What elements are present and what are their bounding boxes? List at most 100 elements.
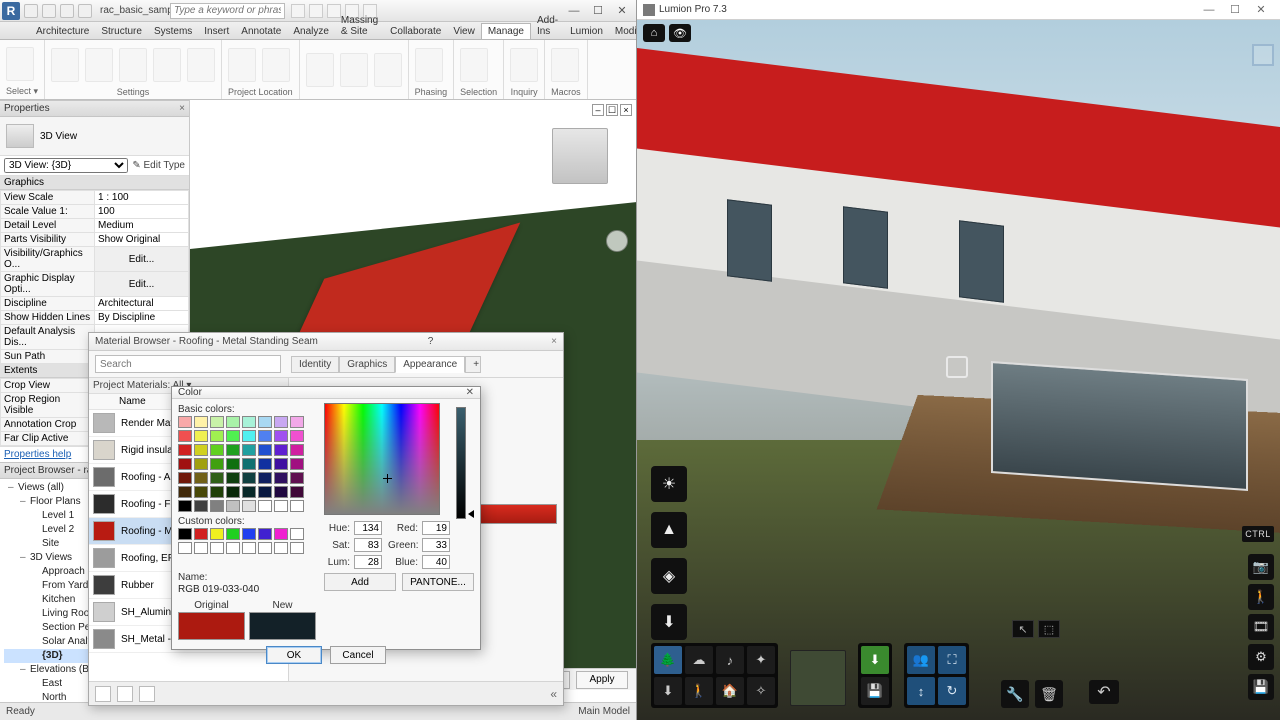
basic-color-swatch[interactable] [258,458,272,470]
ribbon-button[interactable] [510,48,538,82]
basic-color-swatch[interactable] [290,416,304,428]
material-tab-identity[interactable]: Identity [291,356,339,373]
ribbon-tab-manage[interactable]: Manage [481,23,531,39]
basic-color-swatch[interactable] [210,472,224,484]
minimize-button[interactable]: — [562,2,586,20]
lumion-minimize-button[interactable]: — [1196,1,1222,19]
search-box[interactable] [170,3,285,19]
color-crosshair-icon[interactable] [383,474,392,483]
basic-color-swatch[interactable] [242,416,256,428]
basic-color-swatch[interactable] [290,500,304,512]
object-category-icon[interactable]: ♪ [716,646,744,674]
ribbon-tab-architecture[interactable]: Architecture [30,24,95,39]
object-category-icon[interactable]: ⬇ [654,677,682,705]
material-search-input[interactable] [95,355,281,373]
basic-color-swatch[interactable] [210,416,224,428]
qat-redo-icon[interactable] [78,4,92,18]
ribbon-button[interactable] [153,48,181,82]
basic-color-swatch[interactable] [226,458,240,470]
property-value[interactable]: 1 : 100 [95,191,189,205]
basic-color-swatch[interactable] [242,500,256,512]
basic-color-swatch[interactable] [258,444,272,456]
blue-input[interactable] [422,555,450,569]
subscription-icon[interactable] [291,4,305,18]
custom-color-swatch[interactable] [194,542,208,554]
basic-color-swatch[interactable] [178,500,192,512]
custom-color-swatch[interactable] [258,528,272,540]
view-close-icon[interactable]: × [620,104,632,116]
ribbon-tab-insert[interactable]: Insert [198,24,235,39]
basic-color-swatch[interactable] [178,416,192,428]
ribbon-tab-add-ins[interactable]: Add-Ins [531,13,564,39]
basic-color-swatch[interactable] [178,430,192,442]
sat-input[interactable] [354,538,382,552]
view-cube[interactable] [552,128,608,184]
camera-icon[interactable]: 📷 [1248,554,1274,580]
lum-input[interactable] [354,555,382,569]
basic-color-swatch[interactable] [178,444,192,456]
basic-color-swatch[interactable] [290,444,304,456]
object-thumbnail[interactable] [790,650,846,706]
qat-open-icon[interactable] [24,4,38,18]
mb-tool-3-icon[interactable] [139,686,155,702]
color-ok-button[interactable]: OK [266,646,322,664]
basic-color-swatch[interactable] [194,444,208,456]
qat-undo-icon[interactable] [60,4,74,18]
undo-icon[interactable]: ↶ [1089,680,1119,704]
basic-color-swatch[interactable] [258,500,272,512]
custom-color-swatch[interactable] [290,528,304,540]
ribbon-tab-view[interactable]: View [447,24,481,39]
transform-icon[interactable]: ⛶ [938,646,966,674]
basic-color-swatch[interactable] [290,472,304,484]
custom-color-swatch[interactable] [290,542,304,554]
view-min-icon[interactable]: – [592,104,604,116]
basic-color-swatch[interactable] [194,486,208,498]
ribbon-button[interactable] [228,48,256,82]
ribbon-button[interactable] [551,48,579,82]
basic-color-swatch[interactable] [242,486,256,498]
property-value[interactable]: Edit... [95,272,189,297]
custom-color-swatch[interactable] [178,542,192,554]
basic-color-swatch[interactable] [242,430,256,442]
object-category-icon[interactable]: ☁ [685,646,713,674]
color-dialog-titlebar[interactable]: Color ✕ [172,387,480,399]
basic-color-swatch[interactable] [226,416,240,428]
ribbon-tab-systems[interactable]: Systems [148,24,198,39]
custom-color-swatch[interactable] [194,528,208,540]
basic-color-swatch[interactable] [274,458,288,470]
ribbon-tab-lumion[interactable]: Lumion [564,24,609,39]
color-dialog-close-icon[interactable]: ✕ [466,387,474,398]
view-selector[interactable]: 3D View: {3D} [4,158,128,173]
ribbon-button[interactable] [119,48,147,82]
basic-color-swatch[interactable] [258,486,272,498]
basic-color-swatch[interactable] [210,458,224,470]
material-browser-help-icon[interactable]: ? [428,336,434,347]
trash-icon[interactable]: 🗑 [1035,680,1063,708]
basic-color-swatch[interactable] [290,430,304,442]
basic-color-swatch[interactable] [274,416,288,428]
ribbon-button[interactable] [306,53,334,87]
basic-color-swatch[interactable] [226,430,240,442]
basic-color-swatch[interactable] [258,430,272,442]
ribbon-tab-structure[interactable]: Structure [95,24,148,39]
maximize-button[interactable]: ☐ [586,2,610,20]
basic-color-swatch[interactable] [226,486,240,498]
object-category-icon[interactable]: 🌲 [654,646,682,674]
lumion-maximize-button[interactable]: ☐ [1222,1,1248,19]
ribbon-tab-collaborate[interactable]: Collaborate [384,24,447,39]
basic-color-swatch[interactable] [242,444,256,456]
ribbon-button[interactable] [51,48,79,82]
basic-color-swatch[interactable] [226,500,240,512]
transform-icon[interactable]: ↕ [907,677,935,705]
settings-icon[interactable]: ⚙ [1248,644,1274,670]
walk-icon[interactable]: 🚶 [1248,584,1274,610]
material-browser-close-icon[interactable]: × [551,336,557,347]
ribbon-button[interactable] [262,48,290,82]
property-value[interactable]: Show Original [95,233,189,247]
custom-color-swatch[interactable] [258,542,272,554]
basic-color-swatch[interactable] [258,416,272,428]
property-value[interactable]: By Discipline [95,311,189,325]
pantone-button[interactable]: PANTONE... [402,573,474,591]
add-color-button[interactable]: Add [324,573,396,591]
properties-panel-header[interactable]: Properties × [0,100,189,117]
